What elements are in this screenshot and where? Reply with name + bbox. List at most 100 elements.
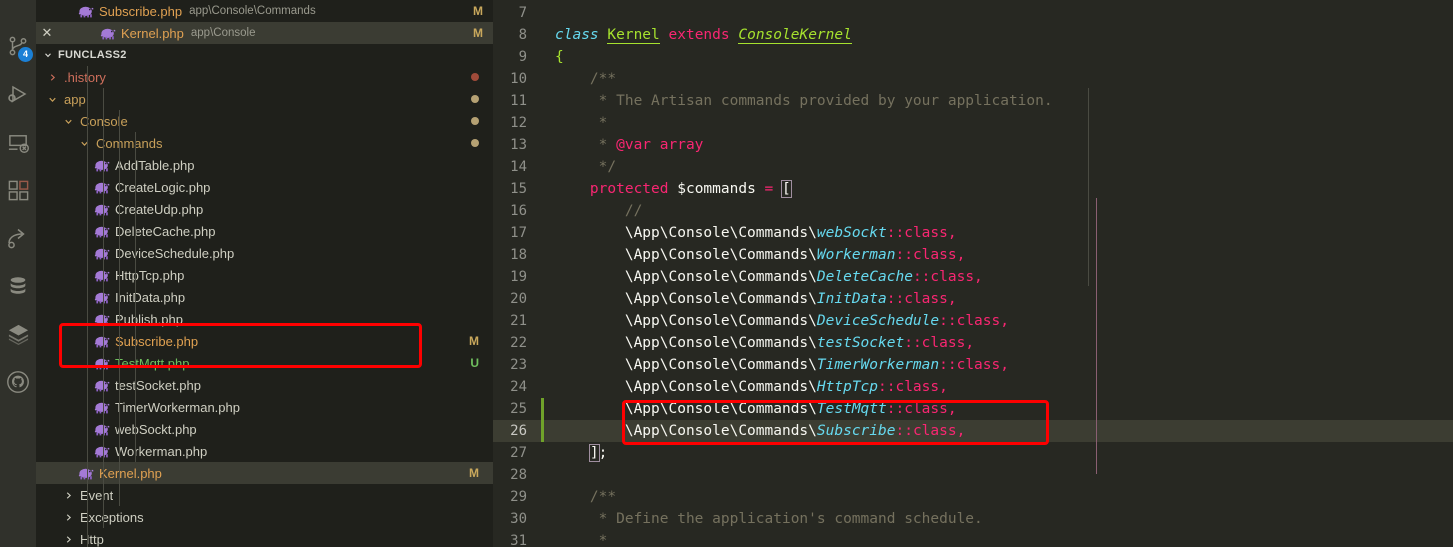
tree-file-httptcpphp[interactable]: HttpTcp.php (36, 264, 493, 286)
tree-file-publishphp[interactable]: Publish.php (36, 308, 493, 330)
chevron-right-icon[interactable] (60, 534, 76, 545)
code-line[interactable]: 7 (493, 2, 1453, 24)
code-line[interactable]: 14 */ (493, 156, 1453, 178)
tree-folder-history[interactable]: .history (36, 66, 493, 88)
code-token: extends (668, 27, 730, 43)
line-number: 22 (510, 335, 527, 351)
vscode-window: 4 Subscribe.php app\Console\Commands M ✕… (0, 0, 1453, 547)
tree-file-kernelphp[interactable]: Kernel.php M (36, 462, 493, 484)
code-line[interactable]: 18 \App\Console\Commands\Workerman::clas… (493, 244, 1453, 266)
code-line[interactable]: 31 * (493, 530, 1453, 547)
line-number: 31 (510, 533, 527, 547)
code-line[interactable]: 19 \App\Console\Commands\DeleteCache::cl… (493, 266, 1453, 288)
layers-icon[interactable] (0, 310, 36, 358)
code-text: * Define the application's command sched… (540, 511, 983, 527)
tree-item-label: Workerman.php (115, 443, 208, 459)
code-line[interactable]: 23 \App\Console\Commands\TimerWorkerman:… (493, 354, 1453, 376)
tree-file-workermanphp[interactable]: Workerman.php (36, 440, 493, 462)
github-icon[interactable] (0, 358, 36, 406)
code-line[interactable]: 30 * Define the application's command sc… (493, 508, 1453, 530)
explorer-root-header[interactable]: FUNCLASS2 (36, 44, 493, 66)
tree-file-testsocketphp[interactable]: testSocket.php (36, 374, 493, 396)
code-text: * (540, 115, 608, 131)
tree-folder-http[interactable]: Http (36, 528, 493, 547)
tree-item-label: Commands (96, 135, 163, 151)
tree-item-label: Publish.php (115, 311, 183, 327)
file-tree: .history app Console Commands AddTable.php Cr… (36, 66, 493, 547)
code-token: * (555, 115, 608, 131)
code-line[interactable]: 17 \App\Console\Commands\webSockt::class… (493, 222, 1453, 244)
code-token: \App\Console\Commands\ (555, 379, 817, 395)
code-line[interactable]: 29 /** (493, 486, 1453, 508)
tree-file-initdataphp[interactable]: InitData.php (36, 286, 493, 308)
code-line[interactable]: 13 * @var array (493, 134, 1453, 156)
php-file-icon (92, 245, 111, 261)
code-text: protected $commands = [ (540, 180, 792, 198)
tree-file-subscribephp[interactable]: Subscribe.php M (36, 330, 493, 352)
tree-item-label: CreateLogic.php (115, 179, 211, 195)
open-editor-row[interactable]: ✕ Kernel.php app\Console M (36, 22, 493, 44)
code-editor[interactable]: 7 8 class Kernel extends ConsoleKernel 9{10… (493, 0, 1453, 547)
line-number: 17 (510, 225, 527, 241)
code-line[interactable]: 9{ (493, 46, 1453, 68)
tree-folder-commands[interactable]: Commands (36, 132, 493, 154)
code-line[interactable]: 22 \App\Console\Commands\testSocket::cla… (493, 332, 1453, 354)
share-export-icon[interactable] (0, 214, 36, 262)
tree-file-testmqttphp[interactable]: TestMqtt.php U (36, 352, 493, 374)
chevron-right-icon[interactable] (44, 72, 60, 83)
line-number: 28 (510, 467, 527, 483)
code-line[interactable]: 8 class Kernel extends ConsoleKernel (493, 24, 1453, 46)
tree-item-label: Event (80, 487, 114, 503)
run-and-debug-icon[interactable] (0, 70, 36, 118)
code-token: ::class, (904, 335, 975, 351)
source-control-icon[interactable]: 4 (0, 22, 36, 70)
code-line[interactable]: 28 (493, 464, 1453, 486)
tree-folder-event[interactable]: Event (36, 484, 493, 506)
chevron-down-icon[interactable] (76, 138, 92, 149)
open-editors-section: Subscribe.php app\Console\Commands M ✕ Kerne… (36, 0, 493, 44)
tree-folder-console[interactable]: Console (36, 110, 493, 132)
open-editor-row[interactable]: Subscribe.php app\Console\Commands M (36, 0, 493, 22)
chevron-right-icon[interactable] (60, 512, 76, 523)
code-line[interactable]: 21 \App\Console\Commands\DeviceSchedule:… (493, 310, 1453, 332)
remote-explorer-icon[interactable] (0, 118, 36, 166)
extensions-icon[interactable] (0, 166, 36, 214)
tree-file-createlogicphp[interactable]: CreateLogic.php (36, 176, 493, 198)
tree-file-createudpphp[interactable]: CreateUdp.php (36, 198, 493, 220)
tree-folder-exceptions[interactable]: Exceptions (36, 506, 493, 528)
code-line[interactable]: 24 \App\Console\Commands\HttpTcp::class, (493, 376, 1453, 398)
tree-item-label: .history (64, 69, 106, 85)
code-line[interactable]: 11 * The Artisan commands provided by yo… (493, 90, 1453, 112)
chevron-right-icon[interactable] (60, 490, 76, 501)
tree-folder-app[interactable]: app (36, 88, 493, 110)
database-icon[interactable] (0, 262, 36, 310)
php-file-icon (76, 3, 95, 19)
code-line[interactable]: 26 \App\Console\Commands\Subscribe::clas… (493, 420, 1453, 442)
code-text: * (540, 533, 608, 547)
code-token: Kernel (607, 27, 660, 44)
tree-file-websocktphp[interactable]: webSockt.php (36, 418, 493, 440)
tree-file-addtablephp[interactable]: AddTable.php (36, 154, 493, 176)
code-line[interactable]: 16 // (493, 200, 1453, 222)
code-line[interactable]: 20 \App\Console\Commands\InitData::class… (493, 288, 1453, 310)
close-icon[interactable]: ✕ (36, 25, 58, 41)
chevron-down-icon[interactable] (44, 94, 60, 105)
code-line[interactable]: 12 * (493, 112, 1453, 134)
git-status-letter: M (469, 334, 479, 348)
code-token: testSocket (816, 335, 905, 351)
chevron-down-icon[interactable] (60, 116, 76, 127)
code-line[interactable]: 10 /** (493, 68, 1453, 90)
tree-file-deviceschedulephp[interactable]: DeviceSchedule.php (36, 242, 493, 264)
code-token: /** (555, 71, 617, 87)
tree-item-label: HttpTcp.php (115, 267, 185, 283)
tree-file-timerworkermanphp[interactable]: TimerWorkerman.php (36, 396, 493, 418)
code-line[interactable]: 15 protected $commands = [ (493, 178, 1453, 200)
code-line[interactable]: 27 ]; (493, 442, 1453, 464)
tree-file-deletecachephp[interactable]: DeleteCache.php (36, 220, 493, 242)
code-token: @var array (616, 137, 704, 153)
code-line[interactable]: 25 \App\Console\Commands\TestMqtt::class… (493, 398, 1453, 420)
code-text: \App\Console\Commands\InitData::class, (540, 291, 957, 307)
code-token: // (555, 203, 643, 219)
code-token: * The Artisan commands provided by your … (555, 93, 1053, 109)
code-token: Workerman (816, 247, 896, 263)
